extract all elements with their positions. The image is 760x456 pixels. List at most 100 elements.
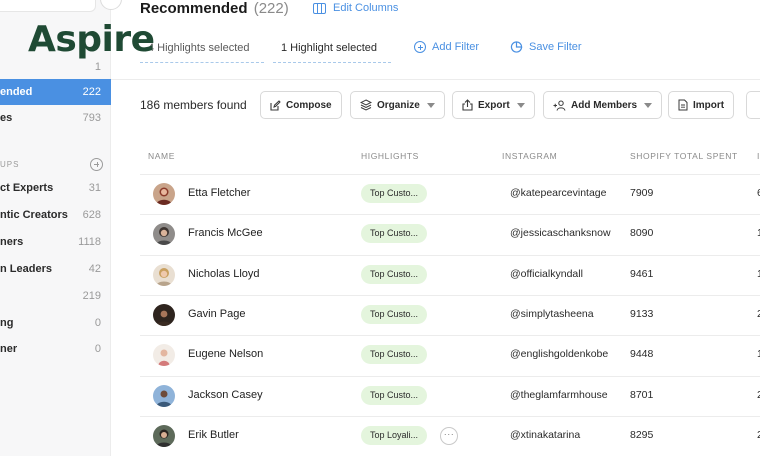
sidebar-group-item[interactable]: 219: [0, 283, 111, 309]
organize-dropdown[interactable]: Organize: [350, 91, 445, 119]
sidebar-group-item[interactable]: ct Experts 31: [0, 175, 111, 201]
brand-logo: Aspire: [28, 19, 155, 60]
sidebar-item-list[interactable]: es 793: [0, 105, 111, 131]
instagram-handle: @officialkyndall: [510, 268, 583, 280]
shopify-total-spent: 8701: [630, 389, 654, 401]
shopify-total-spent: 9448: [630, 348, 654, 360]
member-name: Gavin Page: [188, 308, 246, 320]
groups-header-label: UPS: [0, 159, 20, 169]
edit-columns-label: Edit Columns: [333, 2, 399, 14]
avatar: [153, 425, 175, 447]
table-row[interactable]: Eugene Nelson Top Custo... @englishgolde…: [140, 335, 760, 375]
export-icon: [462, 99, 473, 111]
sidebar-item-count: 793: [82, 112, 101, 124]
sidebar-item-count: 0: [94, 317, 101, 329]
highlight-tag[interactable]: Top Custo...: [361, 184, 428, 203]
instagram-handle: @theglamfarmhouse: [510, 389, 608, 401]
member-name: Etta Fletcher: [188, 187, 251, 199]
highlight-filter-tab[interactable]: 1 Highlight selected: [273, 41, 391, 63]
member-name: Francis McGee: [188, 227, 263, 239]
sidebar-search-input[interactable]: [0, 0, 96, 12]
add-group-icon[interactable]: [90, 157, 103, 171]
columns-icon: [313, 2, 326, 14]
instagram-handle: @jessicaschanksnow: [510, 227, 611, 239]
sidebar-item-label: es: [0, 112, 13, 124]
sidebar-group-item[interactable]: ners 1118: [0, 229, 111, 255]
instagram-handle: @englishgoldenkobe: [510, 348, 609, 360]
sidebar-item-recommended[interactable]: ended 222: [0, 79, 111, 105]
groups-section-header: UPS: [0, 155, 111, 173]
highlight-tag[interactable]: Top Loyali...: [361, 426, 428, 445]
highlights-filter-tab[interactable]: 4 Highlights selected: [140, 41, 264, 63]
avatar: [153, 183, 175, 205]
page-title: Recommended (222): [140, 0, 289, 17]
compose-icon: [270, 99, 281, 111]
member-name: Nicholas Lloyd: [188, 268, 260, 280]
avatar: [153, 264, 175, 286]
sidebar-item-label: ner: [0, 343, 18, 355]
plus-circle-icon: [414, 41, 426, 53]
collapse-sidebar-button[interactable]: [100, 0, 122, 10]
compose-button[interactable]: Compose: [260, 91, 342, 119]
sidebar-item-count: 42: [88, 263, 101, 275]
sidebar-group-item[interactable]: ner 0: [0, 336, 111, 362]
table-row[interactable]: Francis McGee Top Custo... @jessicaschan…: [140, 214, 760, 254]
save-filter-button[interactable]: Save Filter: [510, 41, 582, 53]
avatar: [153, 223, 175, 245]
table-row[interactable]: Nicholas Lloyd Top Custo... @officialkyn…: [140, 255, 760, 295]
instagram-handle: @simplytasheena: [510, 308, 594, 320]
highlight-tag[interactable]: Top Custo...: [361, 305, 428, 324]
instagram-handle: @xtinakatarina: [510, 429, 581, 441]
member-name: Jackson Casey: [188, 389, 263, 401]
sidebar-item-label: ct Experts: [0, 182, 54, 194]
organize-label: Organize: [377, 99, 420, 111]
shopify-total-spent: 8295: [630, 429, 654, 441]
sidebar-group-item[interactable]: n Leaders 42: [0, 256, 111, 282]
add-members-label: Add Members: [571, 99, 638, 111]
more-highlights-icon[interactable]: ···: [440, 427, 458, 445]
import-label: Import: [693, 99, 725, 111]
sidebar-item-count: 1: [94, 61, 101, 73]
save-filter-label: Save Filter: [529, 41, 582, 53]
table-row[interactable]: Etta Fletcher Top Custo... @katepearcevi…: [140, 174, 760, 214]
instagram-handle: @katepearcevintage: [510, 187, 607, 199]
sidebar-item-label: ners: [0, 236, 24, 248]
add-filter-button[interactable]: Add Filter: [414, 41, 479, 53]
import-icon: [678, 99, 688, 111]
column-header-instagram[interactable]: INSTAGRAM: [502, 151, 557, 161]
organize-icon: [360, 99, 372, 111]
edit-columns-button[interactable]: Edit Columns: [313, 2, 398, 14]
sidebar-item-count: 1118: [78, 236, 101, 248]
more-actions-button[interactable]: [746, 91, 760, 119]
table-row[interactable]: Jackson Casey Top Custo... @theglamfarmh…: [140, 376, 760, 416]
highlight-tag[interactable]: Top Custo...: [361, 265, 428, 284]
page-title-count: (222): [253, 0, 289, 17]
add-filter-label: Add Filter: [432, 41, 480, 53]
export-dropdown[interactable]: Export: [452, 91, 535, 119]
column-header-name[interactable]: NAME: [148, 151, 175, 161]
sidebar-item-count: 31: [88, 182, 101, 194]
highlight-tag[interactable]: Top Custo...: [361, 386, 428, 405]
import-button[interactable]: Import: [668, 91, 735, 119]
sidebar-group-item[interactable]: ntic Creators 628: [0, 202, 111, 228]
save-filter-icon: [510, 41, 523, 53]
chevron-down-icon: [426, 102, 435, 108]
compose-label: Compose: [286, 99, 332, 111]
add-member-icon: [553, 100, 566, 111]
table-row[interactable]: Erik Butler Top Loyali... ··· @xtinakata…: [140, 416, 760, 456]
sidebar-item-count: 0: [94, 343, 101, 355]
highlight-tag[interactable]: Top Custo...: [361, 224, 428, 243]
column-header-highlights[interactable]: HIGHLIGHTS: [361, 151, 419, 161]
avatar: [153, 385, 175, 407]
column-header-shopify-total-spent[interactable]: SHOPIFY TOTAL SPENT: [630, 151, 738, 161]
member-name: Erik Butler: [188, 429, 239, 441]
sidebar-item-label: n Leaders: [0, 263, 52, 275]
highlight-tag[interactable]: Top Custo...: [361, 345, 428, 364]
add-members-dropdown[interactable]: Add Members: [543, 91, 663, 119]
shopify-total-spent: 9461: [630, 268, 654, 280]
table-row[interactable]: Gavin Page Top Custo... @simplytasheena …: [140, 295, 760, 335]
sidebar: Aspire t 1 ended 222 es 793 UPS ct Exper…: [0, 0, 155, 456]
sidebar-group-item[interactable]: ng 0: [0, 310, 111, 336]
sidebar-item-label: ended: [0, 86, 33, 98]
chevron-down-icon: [516, 102, 525, 108]
